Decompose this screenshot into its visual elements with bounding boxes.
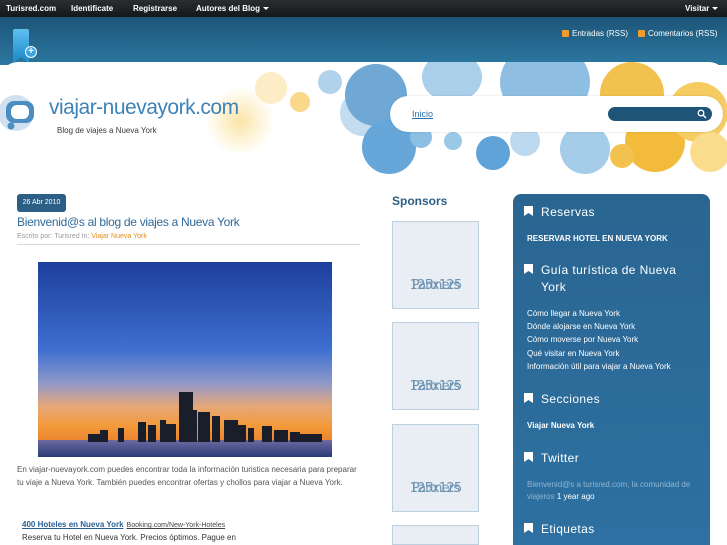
site-title[interactable]: viajar-nuevayork.com bbox=[49, 96, 239, 120]
post-category-link[interactable]: Viajar Nueva York bbox=[91, 233, 147, 240]
ad-url-link[interactable]: Booking.com/New-York-Hoteles bbox=[127, 522, 226, 529]
sidebar-heading-secciones-label: Secciones bbox=[541, 392, 600, 406]
topbar-link-turisred[interactable]: Turisred.com bbox=[6, 4, 56, 13]
post-date-badge: 26 Abr 2010 bbox=[17, 194, 66, 212]
bookmark-icon bbox=[524, 393, 533, 403]
topbar-menu-visitar[interactable]: Visitar bbox=[685, 4, 719, 13]
bookmark-icon bbox=[524, 452, 533, 462]
tweet-time[interactable]: 1 year ago bbox=[557, 492, 595, 501]
plus-icon: + bbox=[25, 46, 37, 58]
sidebar-link-guia-5[interactable]: Información útil para viajar a Nueva Yor… bbox=[527, 362, 671, 371]
sidebar-link-reservar-hotel[interactable]: RESERVAR HOTEL EN NUEVA YORK bbox=[527, 234, 668, 243]
rss-comments-label: Comentarios (RSS) bbox=[648, 29, 718, 38]
sidebar-link-guia-2[interactable]: Dónde alojarse en Nueva York bbox=[527, 322, 635, 331]
chevron-down-icon bbox=[263, 7, 270, 11]
sponsored-ad: 400 Hoteles en Nueva York Booking.com/New… bbox=[22, 519, 352, 544]
partner-banner-1[interactable]: Partners 125x125 bbox=[392, 221, 479, 309]
main-nav: Inicio bbox=[390, 96, 723, 132]
new-york-sunset-photo bbox=[38, 262, 332, 457]
partner-banner-3[interactable]: Partners 125x125 bbox=[392, 424, 479, 512]
rss-icon bbox=[638, 30, 645, 37]
topbar-link-identificate[interactable]: Identificate bbox=[71, 4, 113, 13]
rss-entries-link[interactable]: Entradas (RSS) bbox=[562, 29, 628, 38]
sidebar-heading-guia: Guía turística de Nueva York bbox=[523, 262, 703, 296]
admin-bar: Turisred.com Identificate Registrarse Au… bbox=[0, 0, 727, 17]
sidebar: Reservas RESERVAR HOTEL EN NUEVA YORK Gu… bbox=[513, 194, 710, 545]
sidebar-heading-twitter-label: Twitter bbox=[541, 451, 580, 465]
sidebar-link-viajar-nueva-york[interactable]: Viajar Nueva York bbox=[527, 421, 594, 430]
sidebar-heading-etiquetas: Etiquetas bbox=[523, 521, 595, 538]
post-meta-prefix: Escrito por: Turisred In: bbox=[17, 233, 90, 240]
sidebar-link-guia-3[interactable]: Cómo moverse por Nueva York bbox=[527, 335, 638, 344]
divider bbox=[17, 244, 360, 245]
bookmark-icon bbox=[524, 264, 533, 274]
post-meta: Escrito por: Turisred In: Viajar Nueva Y… bbox=[17, 233, 147, 240]
rss-icon bbox=[562, 30, 569, 37]
partner-banner-4[interactable] bbox=[392, 525, 479, 545]
twitter-tweet: Bienvenid@s a turisred.com, la comunidad… bbox=[527, 479, 705, 503]
topbar-menu-visitar-label: Visitar bbox=[685, 4, 710, 13]
partner-banner-line2: 125x125 bbox=[409, 278, 463, 293]
sidebar-heading-reservas-label: Reservas bbox=[541, 205, 595, 219]
tweet-text[interactable]: Bienvenid@s a turisred.com, la comunidad… bbox=[527, 480, 690, 501]
bookmark-icon bbox=[524, 523, 533, 533]
sidebar-heading-guia-label: Guía turística de Nueva York bbox=[541, 263, 677, 294]
rss-entries-label: Entradas (RSS) bbox=[572, 29, 629, 38]
ad-text: Reserva tu Hotel en Nueva York. Precios … bbox=[22, 533, 236, 542]
ad-title-link[interactable]: 400 Hoteles en Nueva York bbox=[22, 520, 124, 529]
post-title[interactable]: Bienvenid@s al blog de viajes a Nueva Yo… bbox=[17, 215, 240, 229]
header-band: + Entradas (RSS) Comentarios (RSS) bbox=[0, 17, 727, 65]
topbar-menu-autores-label: Autores del Blog bbox=[196, 4, 261, 13]
bookmark-icon bbox=[524, 206, 533, 216]
sidebar-heading-etiquetas-label: Etiquetas bbox=[541, 522, 595, 536]
chat-bubble-logo-icon bbox=[0, 95, 34, 131]
site-description: Blog de viajes a Nueva York bbox=[57, 126, 157, 135]
topbar-link-registrarse[interactable]: Registrarse bbox=[133, 4, 177, 13]
sidebar-heading-twitter: Twitter bbox=[523, 450, 579, 467]
partner-banner-line2: 125x125 bbox=[409, 481, 463, 496]
rss-comments-link[interactable]: Comentarios (RSS) bbox=[638, 29, 717, 38]
sidebar-link-guia-1[interactable]: Cómo llegar a Nueva York bbox=[527, 309, 620, 318]
sidebar-heading-reservas: Reservas bbox=[523, 204, 595, 221]
sidebar-link-guia-4[interactable]: Qué visitar en Nueva York bbox=[527, 349, 620, 358]
nav-item-inicio[interactable]: Inicio bbox=[412, 109, 433, 119]
sidebar-heading-secciones: Secciones bbox=[523, 391, 600, 408]
site-header: viajar-nuevayork.com Blog de viajes a Nu… bbox=[0, 62, 727, 180]
sponsors-heading: Sponsors bbox=[392, 194, 448, 208]
topbar-menu-autores[interactable]: Autores del Blog bbox=[196, 4, 270, 13]
partner-banner-line2: 125x125 bbox=[409, 379, 463, 394]
search-icon[interactable] bbox=[697, 109, 707, 119]
chevron-down-icon bbox=[712, 7, 719, 11]
post-body: En viajar-nuevayork.com puedes encontrar… bbox=[17, 465, 357, 487]
partner-banner-2[interactable]: Partners 125x125 bbox=[392, 322, 479, 410]
